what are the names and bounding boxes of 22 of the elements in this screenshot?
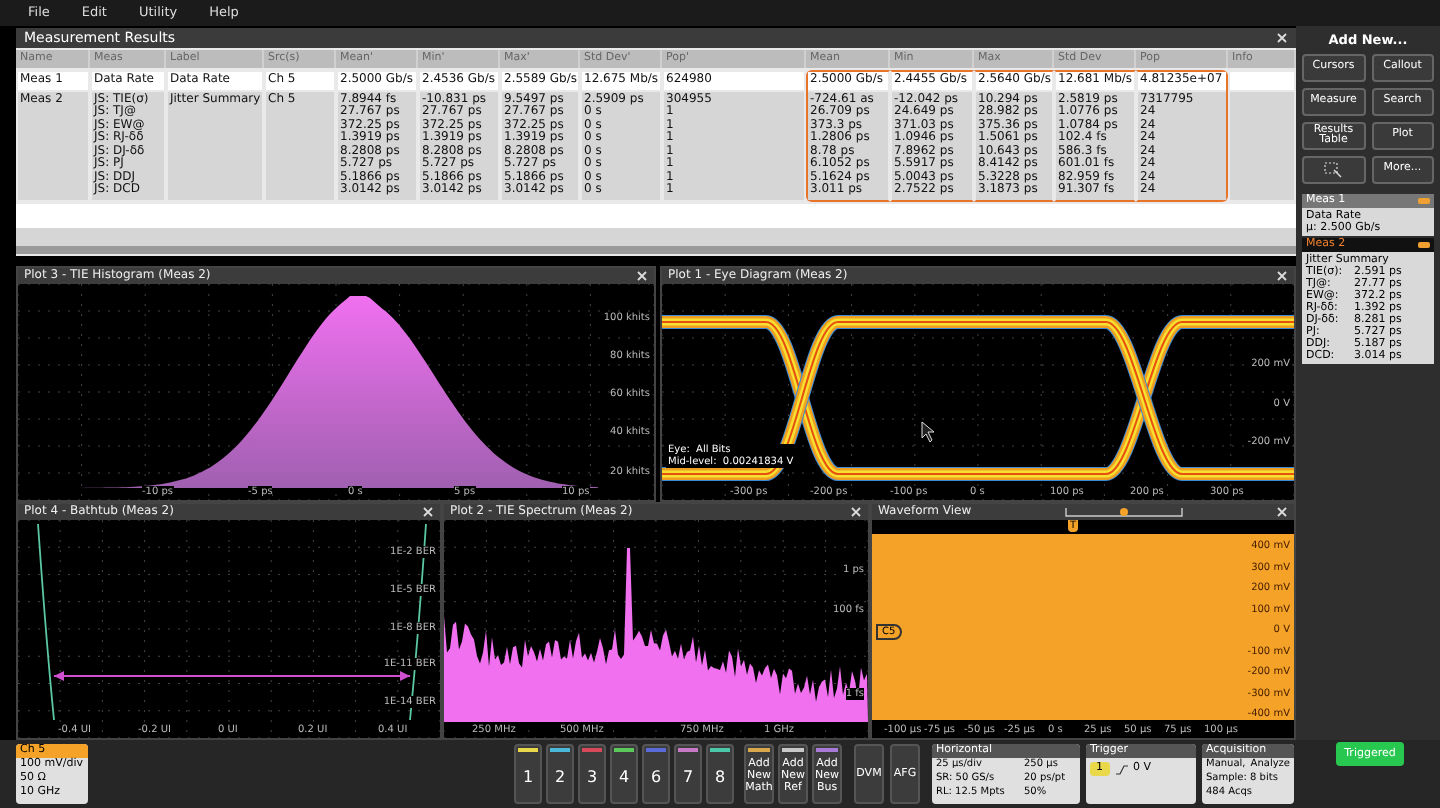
pointer-icon — [921, 421, 935, 443]
dotted-box-icon — [1324, 162, 1343, 178]
channel-button[interactable]: 8 — [706, 744, 734, 804]
channel-button[interactable]: 1 — [514, 744, 542, 804]
channel-button[interactable]: 6 — [642, 744, 670, 804]
close-icon[interactable] — [850, 506, 862, 518]
close-icon[interactable] — [422, 506, 434, 518]
record-view-bar-icon[interactable] — [1063, 506, 1184, 518]
close-icon[interactable] — [1275, 506, 1288, 518]
scroll-bar[interactable] — [16, 245, 1296, 253]
rising-edge-icon — [1115, 763, 1127, 775]
close-icon[interactable] — [636, 270, 648, 282]
channel-button[interactable]: 4 — [610, 744, 638, 804]
close-icon[interactable] — [1276, 32, 1288, 44]
badge-tag-icon — [1418, 198, 1430, 204]
channel-button[interactable]: 7 — [674, 744, 702, 804]
close-icon[interactable] — [1276, 270, 1288, 282]
empty-cell — [1230, 72, 1294, 89]
channel-button[interactable]: 3 — [578, 744, 606, 804]
zoom-tool-button[interactable] — [1302, 156, 1365, 184]
channel-button[interactable]: 2 — [546, 744, 574, 804]
badge-tag-icon — [1418, 242, 1430, 248]
